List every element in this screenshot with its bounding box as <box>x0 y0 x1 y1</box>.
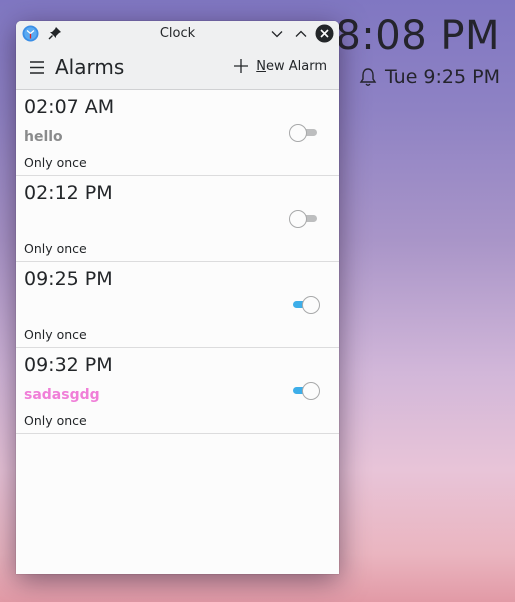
alarm-list-item[interactable]: 09:32 PM sadasgdg Only once <box>16 348 339 434</box>
clock-window: Clock Alarms New Alarm 02:07 AM hello On… <box>16 21 339 574</box>
alarm-repeat: Only once <box>24 241 87 256</box>
alarm-toggle[interactable] <box>289 381 321 401</box>
alarm-repeat: Only once <box>24 327 87 342</box>
chevron-down-icon <box>271 30 282 37</box>
alarm-time: 09:32 PM <box>24 354 113 376</box>
desktop-clock-time: 8:08 PM <box>335 13 500 59</box>
close-icon <box>315 24 334 43</box>
chevron-up-icon <box>295 30 306 37</box>
alarm-repeat: Only once <box>24 155 87 170</box>
toggle-knob <box>302 296 320 314</box>
page-header: Alarms New Alarm <box>16 46 339 90</box>
next-alarm-text: Tue 9:25 PM <box>384 66 500 88</box>
desktop-clock-widget: 8:08 PM Tue 9:25 PM <box>335 12 500 88</box>
alarm-time: 02:07 AM <box>24 96 115 118</box>
toggle-knob <box>289 124 307 142</box>
alarm-list-item[interactable]: 02:12 PM Only once <box>16 176 339 262</box>
alarm-time: 02:12 PM <box>24 182 113 204</box>
alarm-toggle[interactable] <box>289 209 321 229</box>
plus-icon <box>234 59 249 73</box>
page-title: Alarms <box>55 55 125 79</box>
alarm-list: 02:07 AM hello Only once 02:12 PM Only o… <box>16 90 339 434</box>
alarm-toggle[interactable] <box>289 123 321 143</box>
toggle-knob <box>289 210 307 228</box>
new-alarm-button[interactable]: New Alarm <box>233 58 327 74</box>
close-button[interactable] <box>315 24 334 43</box>
minimize-button[interactable] <box>267 24 286 43</box>
alarm-name: sadasgdg <box>24 387 100 403</box>
alarm-list-item[interactable]: 09:25 PM Only once <box>16 262 339 348</box>
bell-icon <box>359 68 377 86</box>
alarm-list-item[interactable]: 02:07 AM hello Only once <box>16 90 339 176</box>
title-bar[interactable]: Clock <box>16 21 339 46</box>
alarm-time: 09:25 PM <box>24 268 113 290</box>
alarm-repeat: Only once <box>24 413 87 428</box>
alarm-name: hello <box>24 129 63 145</box>
toggle-knob <box>302 382 320 400</box>
hamburger-menu-icon[interactable] <box>29 60 45 75</box>
alarm-toggle[interactable] <box>289 295 321 315</box>
next-alarm-indicator: Tue 9:25 PM <box>335 66 500 88</box>
maximize-button[interactable] <box>291 24 310 43</box>
new-alarm-label: New Alarm <box>256 58 327 74</box>
